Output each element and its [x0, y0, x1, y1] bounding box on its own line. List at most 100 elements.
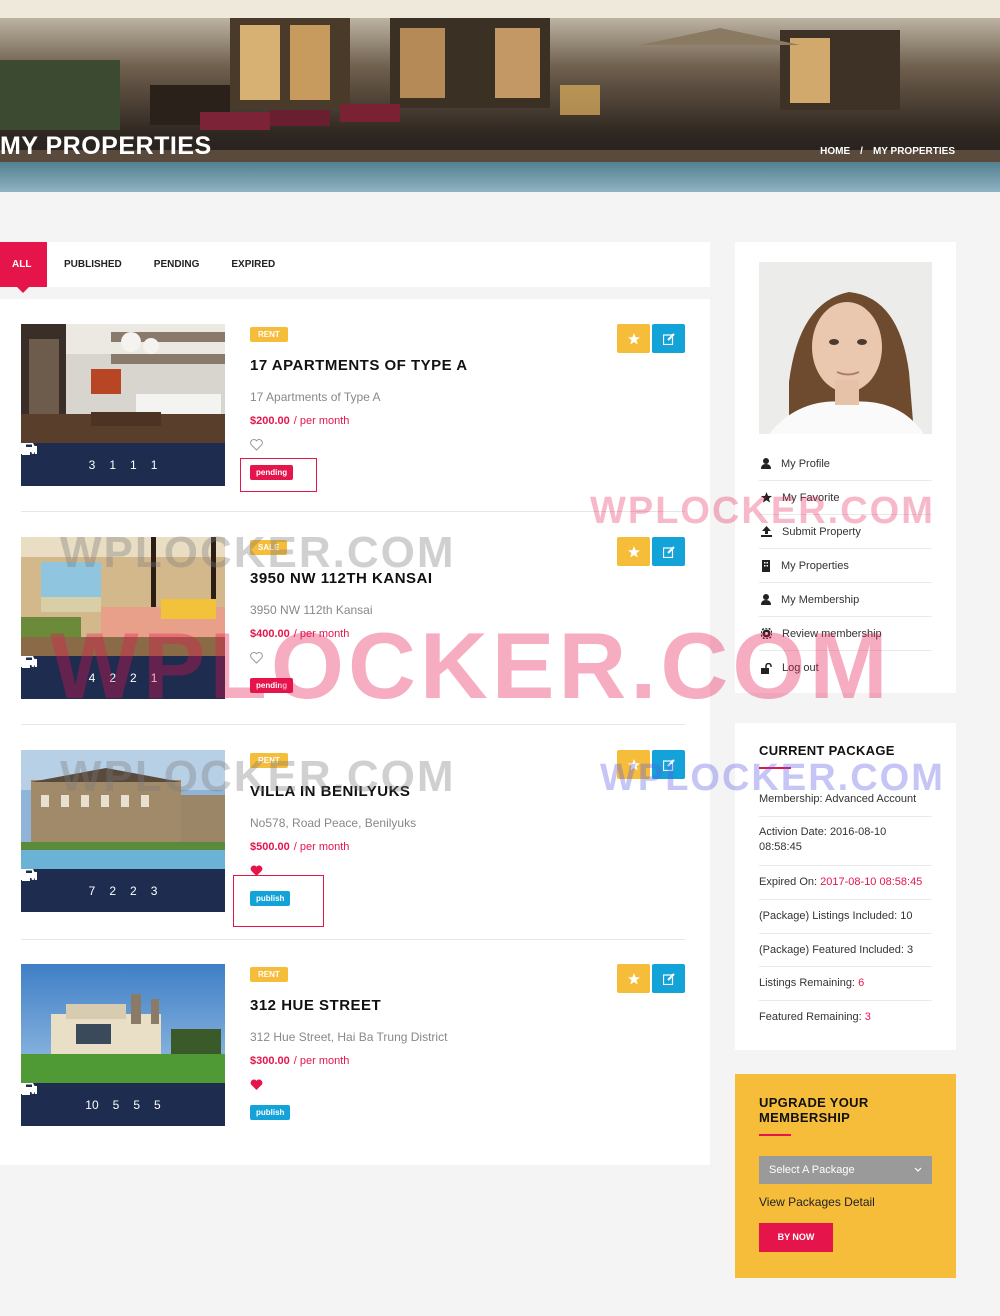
heart-outline-icon[interactable]	[250, 652, 263, 664]
property-list: 3 1 1 1 RENT 17 APARTMENTS OF TYPE A 17 …	[0, 299, 710, 1165]
tab-expired[interactable]: EXPIRED	[215, 242, 291, 287]
menu-item-my-membership[interactable]: My Membership	[759, 583, 932, 617]
building-icon	[762, 559, 770, 572]
heart-filled-icon[interactable]	[250, 1079, 263, 1091]
row-divider	[759, 816, 932, 817]
property-address: 17 Apartments of Type A	[250, 390, 381, 404]
property-thumbnail[interactable]: 4 2 2 1	[21, 537, 225, 699]
view-packages-link[interactable]: View Packages Detail	[759, 1195, 875, 1209]
featured-remaining-row: Featured Remaining: 3	[759, 1011, 871, 1023]
edit-button[interactable]	[652, 324, 685, 353]
menu-item-log-out[interactable]: Log out	[759, 651, 932, 685]
property-price: $500.00/ per month	[250, 841, 350, 853]
cog-icon	[761, 628, 772, 639]
stat-garages: 1	[21, 443, 157, 472]
menu-item-submit-property[interactable]: Submit Property	[759, 515, 932, 549]
star-icon	[627, 332, 640, 344]
buy-now-button[interactable]: BY NOW	[759, 1223, 833, 1252]
profile-widget: My Profile My Favorite Submit Property M…	[735, 242, 956, 693]
title-underline	[759, 767, 791, 769]
row-divider	[759, 933, 932, 934]
listing-type-badge: RENT	[250, 327, 288, 342]
user-icon	[761, 458, 771, 469]
highlight-box	[240, 458, 317, 492]
row-divider	[759, 1000, 932, 1001]
activation-row: Activion Date: 2016-08-10 08:58:45	[759, 826, 887, 853]
property-title[interactable]: 312 HUE STREET	[250, 997, 381, 1014]
menu-item-my-favorite[interactable]: My Favorite	[759, 481, 932, 515]
listing-type-badge: SALE	[250, 540, 288, 555]
menu-item-my-properties[interactable]: My Properties	[759, 549, 932, 583]
property-item: 4 2 2 1 SALE 3950 NW 112TH KANSAI 3950 N…	[21, 512, 685, 716]
expired-row: Expired On: 2017-08-10 08:58:45	[759, 876, 923, 888]
edit-button[interactable]	[652, 750, 685, 779]
featured-included-row: (Package) Featured Included: 3	[759, 944, 914, 956]
property-item: 10 5 5 5 RENT 312 HUE STREET 312 Hue Str…	[21, 939, 685, 1143]
stat-garages: 3	[21, 869, 157, 898]
property-actions	[617, 537, 685, 566]
feature-button[interactable]	[617, 537, 650, 566]
edit-icon	[662, 972, 675, 985]
star-icon	[627, 545, 640, 557]
menu-item-review-membership[interactable]: Review membership	[759, 617, 932, 651]
property-thumbnail[interactable]: 7 2 2 3	[21, 750, 225, 912]
stat-rooms: 7	[22, 869, 95, 898]
breadcrumb-home[interactable]: HOME	[820, 146, 850, 157]
star-icon	[627, 972, 640, 984]
stat-garages: 1	[21, 656, 157, 685]
car-icon	[21, 869, 37, 880]
property-item: 3 1 1 1 RENT 17 APARTMENTS OF TYPE A 17 …	[21, 299, 685, 503]
stat-beds: 1	[21, 443, 137, 472]
edit-button[interactable]	[652, 964, 685, 993]
stat-rooms: 10	[22, 1083, 99, 1112]
stat-garages: 5	[21, 1083, 161, 1112]
page-header-banner: MY PROPERTIES HOME / MY PROPERTIES	[0, 0, 1000, 192]
tab-pending[interactable]: PENDING	[138, 242, 216, 287]
breadcrumb-current: MY PROPERTIES	[872, 146, 955, 157]
property-stats: 7 2 2 3	[21, 869, 225, 912]
user-icon	[761, 594, 771, 605]
menu-item-my-profile[interactable]: My Profile	[759, 447, 932, 481]
current-package-widget: CURRENT PACKAGE Membership: Advanced Acc…	[735, 723, 956, 1050]
star-icon	[761, 492, 772, 503]
upgrade-membership-widget: UPGRADE YOUR MEMBERSHIP Select A Package…	[735, 1074, 956, 1278]
stat-beds: 5	[21, 1083, 140, 1112]
chevron-down-icon	[914, 1167, 922, 1172]
property-thumbnail[interactable]: 3 1 1 1	[21, 324, 225, 486]
car-icon	[21, 656, 37, 667]
property-title[interactable]: 3950 NW 112TH KANSAI	[250, 570, 433, 587]
property-title[interactable]: 17 APARTMENTS OF TYPE A	[250, 357, 468, 374]
property-stats: 4 2 2 1	[21, 656, 225, 699]
status-badge: publish	[250, 1105, 291, 1120]
feature-button[interactable]	[617, 964, 650, 993]
car-icon	[21, 1083, 37, 1094]
row-divider	[759, 966, 932, 967]
stat-baths: 5	[21, 1083, 119, 1112]
highlight-box	[233, 875, 324, 927]
breadcrumb-separator: /	[860, 146, 863, 157]
tab-all[interactable]: ALL	[0, 242, 47, 293]
upload-icon	[761, 526, 772, 537]
edit-icon	[662, 545, 675, 558]
stat-beds: 2	[21, 656, 137, 685]
property-price: $200.00/ per month	[250, 415, 350, 427]
row-divider	[759, 899, 932, 900]
current-package-title: CURRENT PACKAGE	[759, 743, 895, 758]
listings-remaining-row: Listings Remaining: 6	[759, 977, 865, 989]
package-select[interactable]: Select A Package	[759, 1156, 932, 1184]
property-address: 312 Hue Street, Hai Ba Trung District	[250, 1030, 448, 1044]
property-thumbnail[interactable]: 10 5 5 5	[21, 964, 225, 1126]
tab-published[interactable]: PUBLISHED	[48, 242, 138, 287]
edit-button[interactable]	[652, 537, 685, 566]
heart-outline-icon[interactable]	[250, 439, 263, 451]
breadcrumb: HOME / MY PROPERTIES	[820, 146, 955, 157]
feature-button[interactable]	[617, 750, 650, 779]
car-icon	[21, 443, 37, 454]
avatar	[759, 262, 932, 434]
property-title[interactable]: VILLA IN BENILYUKS	[250, 783, 410, 800]
stat-beds: 2	[21, 869, 137, 898]
property-actions	[617, 750, 685, 779]
feature-button[interactable]	[617, 324, 650, 353]
edit-icon	[662, 332, 675, 345]
star-icon	[627, 758, 640, 770]
